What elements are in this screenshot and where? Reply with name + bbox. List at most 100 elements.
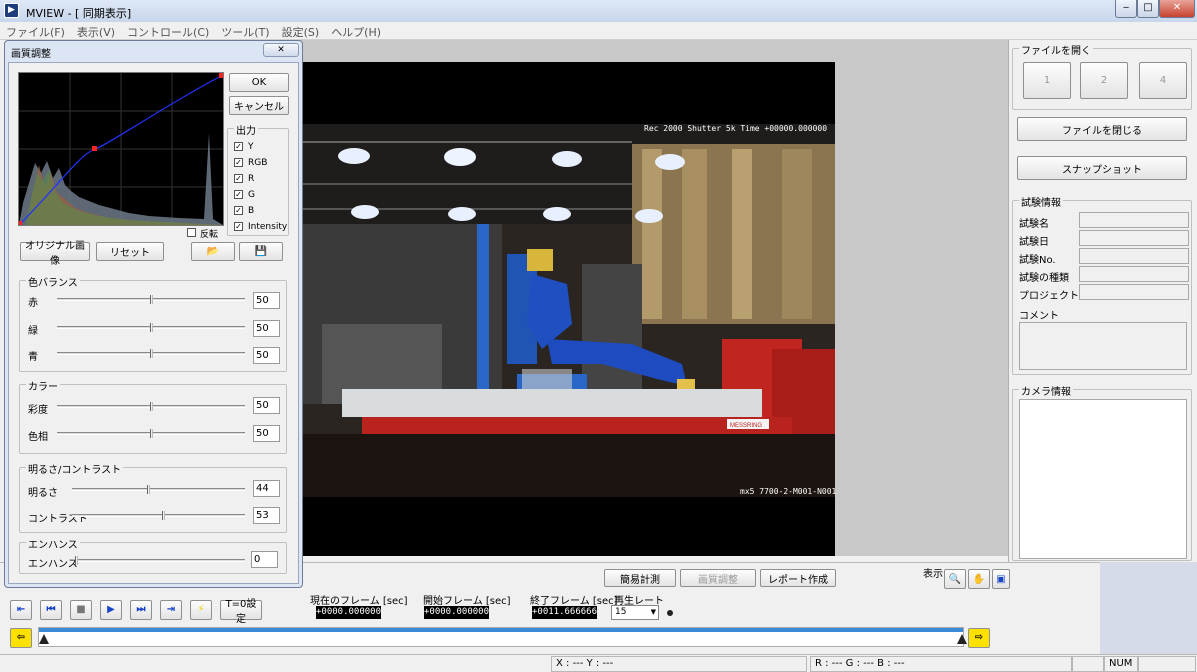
image-icon[interactable]: ▣ bbox=[992, 569, 1010, 589]
image-adjust-button[interactable]: 画質調整 bbox=[680, 569, 756, 587]
red-label: 赤 bbox=[28, 298, 38, 309]
flash-icon[interactable]: ⚡ bbox=[190, 600, 212, 620]
comment-label: コメント bbox=[1019, 311, 1059, 322]
play-icon[interactable]: ▶ bbox=[100, 600, 122, 620]
enhance-slider-thumb[interactable] bbox=[75, 556, 78, 565]
test-name-field[interactable] bbox=[1079, 212, 1189, 228]
blue-label: 青 bbox=[28, 352, 38, 363]
contrast-slider-thumb[interactable] bbox=[162, 511, 166, 520]
menu-help[interactable]: ヘルプ(H) bbox=[325, 22, 387, 40]
brightness-label: 明るさ bbox=[28, 488, 58, 499]
messring-banner: MESSRING bbox=[730, 423, 762, 429]
output-y-checkbox[interactable]: ✓ bbox=[234, 142, 243, 151]
output-r-checkbox[interactable]: ✓ bbox=[234, 174, 243, 183]
stop-icon[interactable]: ■ bbox=[70, 600, 92, 620]
step-forward-icon[interactable]: ⏭ bbox=[130, 600, 152, 620]
saturation-label: 彩度 bbox=[28, 405, 48, 416]
close-file-button[interactable]: ファイルを閉じる bbox=[1017, 117, 1187, 141]
brightness-slider-thumb[interactable] bbox=[146, 485, 150, 494]
title-bar: ▶ MVIEW - [ 同期表示] ‒ □ ✕ bbox=[0, 0, 1197, 22]
rate-select[interactable]: 15 ▼ bbox=[611, 605, 659, 620]
menu-file[interactable]: ファイル(F) bbox=[0, 22, 71, 40]
test-date-field[interactable] bbox=[1079, 230, 1189, 246]
comment-field[interactable] bbox=[1019, 322, 1187, 370]
contrast-slider[interactable] bbox=[72, 514, 245, 517]
saturation-value[interactable]: 50 bbox=[253, 397, 280, 414]
menu-settings[interactable]: 設定(S) bbox=[276, 22, 326, 40]
test-type-field[interactable] bbox=[1079, 266, 1189, 282]
forward-arrow-icon[interactable]: ⇨ bbox=[968, 628, 990, 648]
hand-icon[interactable]: ✋ bbox=[968, 569, 990, 589]
invert-checkbox[interactable] bbox=[187, 228, 196, 237]
go-first-icon[interactable]: ⇤ bbox=[10, 600, 32, 620]
layout-4-button[interactable]: 4 bbox=[1139, 62, 1187, 99]
output-g-checkbox[interactable]: ✓ bbox=[234, 190, 243, 199]
current-frame-value: +0000.000000 bbox=[316, 606, 382, 619]
red-value[interactable]: 50 bbox=[253, 292, 280, 309]
cancel-button[interactable]: キャンセル bbox=[229, 96, 289, 115]
invert-label: 反転 bbox=[200, 230, 219, 240]
ok-button[interactable]: OK bbox=[229, 73, 289, 92]
report-button[interactable]: レポート作成 bbox=[760, 569, 836, 587]
right-panel: ファイルを開く 1 2 4 ファイルを閉じる スナップショット 試験情報 試験名… bbox=[1008, 40, 1197, 562]
timeline-end-marker[interactable] bbox=[957, 634, 967, 644]
minimize-button[interactable]: ‒ bbox=[1115, 0, 1137, 18]
save-disk-icon[interactable]: 💾 bbox=[239, 242, 283, 261]
tone-curve-graph[interactable] bbox=[17, 72, 224, 226]
t0-set-button[interactable]: T=0設定 bbox=[220, 599, 262, 625]
reset-button[interactable]: リセット bbox=[96, 242, 164, 261]
saturation-slider-thumb[interactable] bbox=[149, 402, 153, 411]
rate-value: 15 bbox=[615, 607, 627, 617]
output-intensity-checkbox[interactable]: ✓ bbox=[234, 222, 243, 231]
step-back-icon[interactable]: ⏮ bbox=[40, 600, 62, 620]
blue-slider-thumb[interactable] bbox=[149, 349, 153, 358]
open-folder-icon[interactable]: 📂 bbox=[191, 242, 235, 261]
output-b-checkbox[interactable]: ✓ bbox=[234, 206, 243, 215]
test-no-field[interactable] bbox=[1079, 248, 1189, 264]
menu-tool[interactable]: ツール(T) bbox=[215, 22, 275, 40]
rewind-arrow-icon[interactable]: ⇦ bbox=[10, 628, 32, 648]
hue-label: 色相 bbox=[28, 432, 48, 443]
contrast-value[interactable]: 53 bbox=[253, 507, 280, 524]
brightness-value[interactable]: 44 bbox=[253, 480, 280, 497]
enhance-label: エンハンス bbox=[28, 559, 78, 570]
timeline-slider[interactable] bbox=[38, 627, 967, 647]
chevron-down-icon: ▼ bbox=[650, 608, 656, 616]
project-field[interactable] bbox=[1079, 284, 1189, 300]
hue-slider-thumb[interactable] bbox=[149, 429, 153, 438]
histogram-plot bbox=[17, 73, 224, 226]
record-indicator bbox=[667, 610, 673, 616]
app-icon[interactable]: ▶ bbox=[4, 3, 19, 18]
simple-measure-button[interactable]: 簡易計測 bbox=[604, 569, 676, 587]
camera-info-field[interactable] bbox=[1019, 399, 1187, 559]
test-date-label: 試験日 bbox=[1019, 237, 1049, 248]
timeline-start-marker[interactable] bbox=[39, 634, 49, 644]
project-label: プロジェクト bbox=[1019, 291, 1079, 302]
hue-value[interactable]: 50 bbox=[253, 425, 280, 442]
status-empty bbox=[1072, 656, 1104, 672]
close-window-button[interactable]: ✕ bbox=[1159, 0, 1195, 18]
enhance-slider[interactable] bbox=[75, 559, 245, 562]
red-slider-thumb[interactable] bbox=[149, 295, 153, 304]
menu-control[interactable]: コントロール(C) bbox=[121, 22, 215, 40]
blue-value[interactable]: 50 bbox=[253, 347, 280, 364]
open-file-group: ファイルを開く 1 2 4 bbox=[1012, 42, 1192, 110]
brightness-slider[interactable] bbox=[72, 488, 245, 491]
dialog-close-button[interactable]: ✕ bbox=[263, 43, 299, 57]
snapshot-button[interactable]: スナップショット bbox=[1017, 156, 1187, 180]
test-type-label: 試験の種類 bbox=[1019, 273, 1069, 284]
enhance-group-title: エンハンス bbox=[26, 536, 80, 551]
green-slider-thumb[interactable] bbox=[149, 323, 153, 332]
menu-view[interactable]: 表示(V) bbox=[71, 22, 121, 40]
original-image-button[interactable]: オリジナル画像 bbox=[20, 241, 90, 267]
output-rgb-checkbox[interactable]: ✓ bbox=[234, 158, 243, 167]
crash-test-scene: MESSRING bbox=[302, 124, 835, 497]
layout-1-button[interactable]: 1 bbox=[1023, 62, 1071, 99]
zoom-icon[interactable]: 🔍 bbox=[944, 569, 966, 589]
green-value[interactable]: 50 bbox=[253, 320, 280, 337]
maximize-button[interactable]: □ bbox=[1137, 0, 1159, 18]
layout-2-button[interactable]: 2 bbox=[1080, 62, 1128, 99]
go-last-icon[interactable]: ⇥ bbox=[160, 600, 182, 620]
enhance-value[interactable]: 0 bbox=[251, 551, 278, 568]
video-frame[interactable]: MESSRING bbox=[302, 124, 835, 497]
